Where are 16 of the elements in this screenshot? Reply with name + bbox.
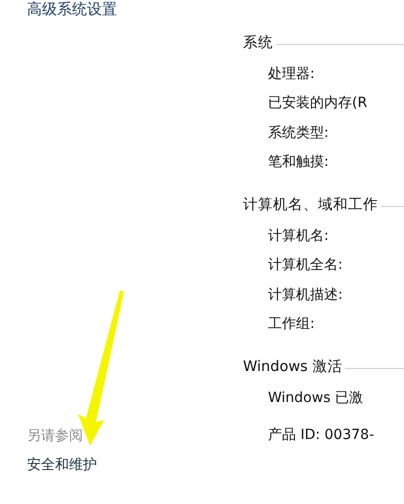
sidebar-link[interactable]: 高级系统设置 [27, 0, 117, 18]
info-label: 已安装的内存(R [268, 94, 368, 112]
info-label: Windows 已激 [268, 388, 363, 407]
info-label: 笔和触摸: [268, 153, 329, 172]
section-heading: 计算机名、域和工作 [243, 196, 378, 214]
section-heading: Windows 激活 [243, 358, 342, 376]
section-heading: 系统 [243, 34, 273, 52]
info-label: 系统类型: [268, 124, 329, 142]
info-label: 处理器: [268, 64, 315, 83]
info-label: 工作组: [268, 315, 315, 334]
info-label: 计算机描述: [268, 286, 343, 304]
see-also-link[interactable]: 安全和维护 [27, 451, 97, 480]
see-also-heading: 另请参阅 [27, 427, 83, 446]
info-label: 计算机名: [268, 226, 329, 245]
info-label: 产品 ID: 00378- [268, 426, 374, 444]
info-label: 计算机全名: [268, 256, 343, 274]
